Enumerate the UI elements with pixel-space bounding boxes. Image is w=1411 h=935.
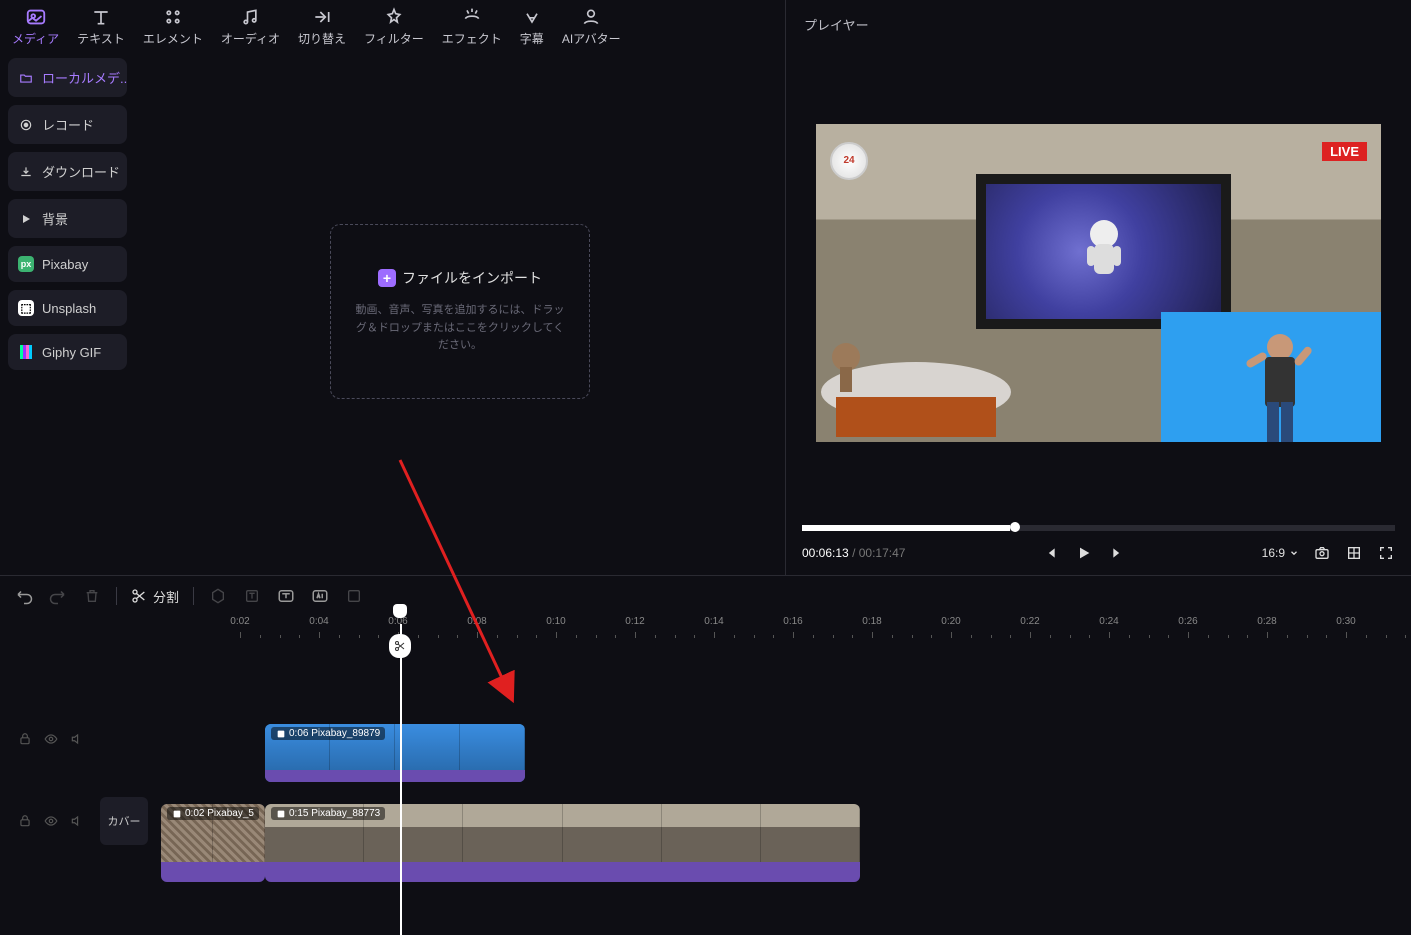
clip-main-2[interactable]: 0:15 Pixabay_88773 [265,804,860,882]
folder-icon [18,70,34,86]
aspect-ratio-dropdown[interactable]: 16:9 [1262,546,1299,560]
import-title: ファイルをインポート [402,268,542,288]
record-icon [18,117,34,133]
sidebar-item-background[interactable]: 背景 [8,199,127,238]
sidebar-item-pixabay[interactable]: px Pixabay [8,246,127,282]
ai-tool-button[interactable] [310,586,330,606]
track-lock-icon[interactable] [18,814,32,828]
live-badge: LIVE [1322,142,1367,161]
clip-main-1[interactable]: 0:02 Pixabay_5 [161,804,265,882]
preview-tv-screen [976,174,1231,329]
play-button[interactable] [1075,544,1093,562]
tab-media[interactable]: メディア [12,6,59,47]
text-icon [90,6,112,28]
media-sidebar: ローカルメデ... レコード ダウンロード 背景 px Pixabay [0,48,135,575]
effect-icon [461,6,483,28]
fullscreen-button[interactable] [1377,544,1395,562]
news-badge: 24 [830,142,868,180]
picture-in-picture [1161,312,1381,442]
track-visibility-icon[interactable] [44,732,58,746]
element-icon [162,6,184,28]
sidebar-item-download[interactable]: ダウンロード [8,152,127,191]
tab-transition[interactable]: 切り替え [298,6,346,47]
playhead-handle[interactable] [393,604,407,618]
next-frame-button[interactable] [1109,544,1127,562]
delete-button[interactable] [82,586,102,606]
timecode: 00:06:13 / 00:17:47 [802,546,905,560]
sidebar-item-giphy[interactable]: Giphy GIF [8,334,127,370]
track-lock-icon[interactable] [18,732,32,746]
tab-audio[interactable]: オーディオ [221,6,280,47]
caption-tool-button[interactable] [276,586,296,606]
tab-text[interactable]: テキスト [77,6,125,47]
cover-button[interactable]: カバー [100,797,148,845]
progress-bar[interactable] [802,525,1395,531]
preview-desk [816,332,1016,442]
giphy-icon [18,344,34,360]
text-tool-button[interactable] [242,586,262,606]
playhead-line [400,624,402,935]
marker-button[interactable] [208,586,228,606]
timeline-ruler[interactable]: 0:020:040:060:080:100:120:140:160:180:20… [160,616,1411,644]
sidebar-item-local[interactable]: ローカルメデ... [8,58,127,97]
export-tool-button[interactable] [344,586,364,606]
tab-effect[interactable]: エフェクト [442,6,502,47]
track-mute-icon[interactable] [70,732,84,746]
prev-frame-button[interactable] [1041,544,1059,562]
undo-button[interactable] [14,586,34,606]
download-icon [18,164,34,180]
import-description: 動画、音声、写真を追加するには、ドラッグ＆ドロップまたはここをクリックしてくださ… [351,302,569,355]
media-icon [25,6,47,28]
tab-filter[interactable]: フィルター [364,6,424,47]
subtitle-icon [521,6,543,28]
import-dropzone[interactable]: + ファイルをインポート 動画、音声、写真を追加するには、ドラッグ＆ドロップまた… [330,224,590,399]
tracks-area: 0:06 Pixabay_89879 カバー 0:02 Pixabay_5 0:… [0,644,1411,935]
sidebar-item-record[interactable]: レコード [8,105,127,144]
play-icon [18,211,34,227]
top-toolbar: メディア テキスト エレメント オーディオ 切り替え フィルター [0,0,785,48]
tab-subtitle[interactable]: 字幕 [520,6,544,47]
audio-icon [239,6,261,28]
unsplash-icon: ⬚ [18,300,34,316]
plus-icon: + [378,269,396,287]
avatar-icon [580,6,602,28]
tab-element[interactable]: エレメント [143,6,203,47]
snapshot-button[interactable] [1313,544,1331,562]
split-button[interactable]: 分割 [131,587,179,606]
grid-button[interactable] [1345,544,1363,562]
pixabay-icon: px [18,256,34,272]
transition-icon [311,6,333,28]
redo-button[interactable] [48,586,68,606]
player-title: プレイヤー [786,0,1411,48]
track-mute-icon[interactable] [70,814,84,828]
filter-icon [383,6,405,28]
video-preview[interactable]: 24 LIVE [816,124,1381,442]
sidebar-item-unsplash[interactable]: ⬚ Unsplash [8,290,127,326]
clip-overlay[interactable]: 0:06 Pixabay_89879 [265,724,525,782]
scissors-handle[interactable] [389,634,411,658]
tab-avatar[interactable]: AIアバター [562,6,621,47]
track-visibility-icon[interactable] [44,814,58,828]
